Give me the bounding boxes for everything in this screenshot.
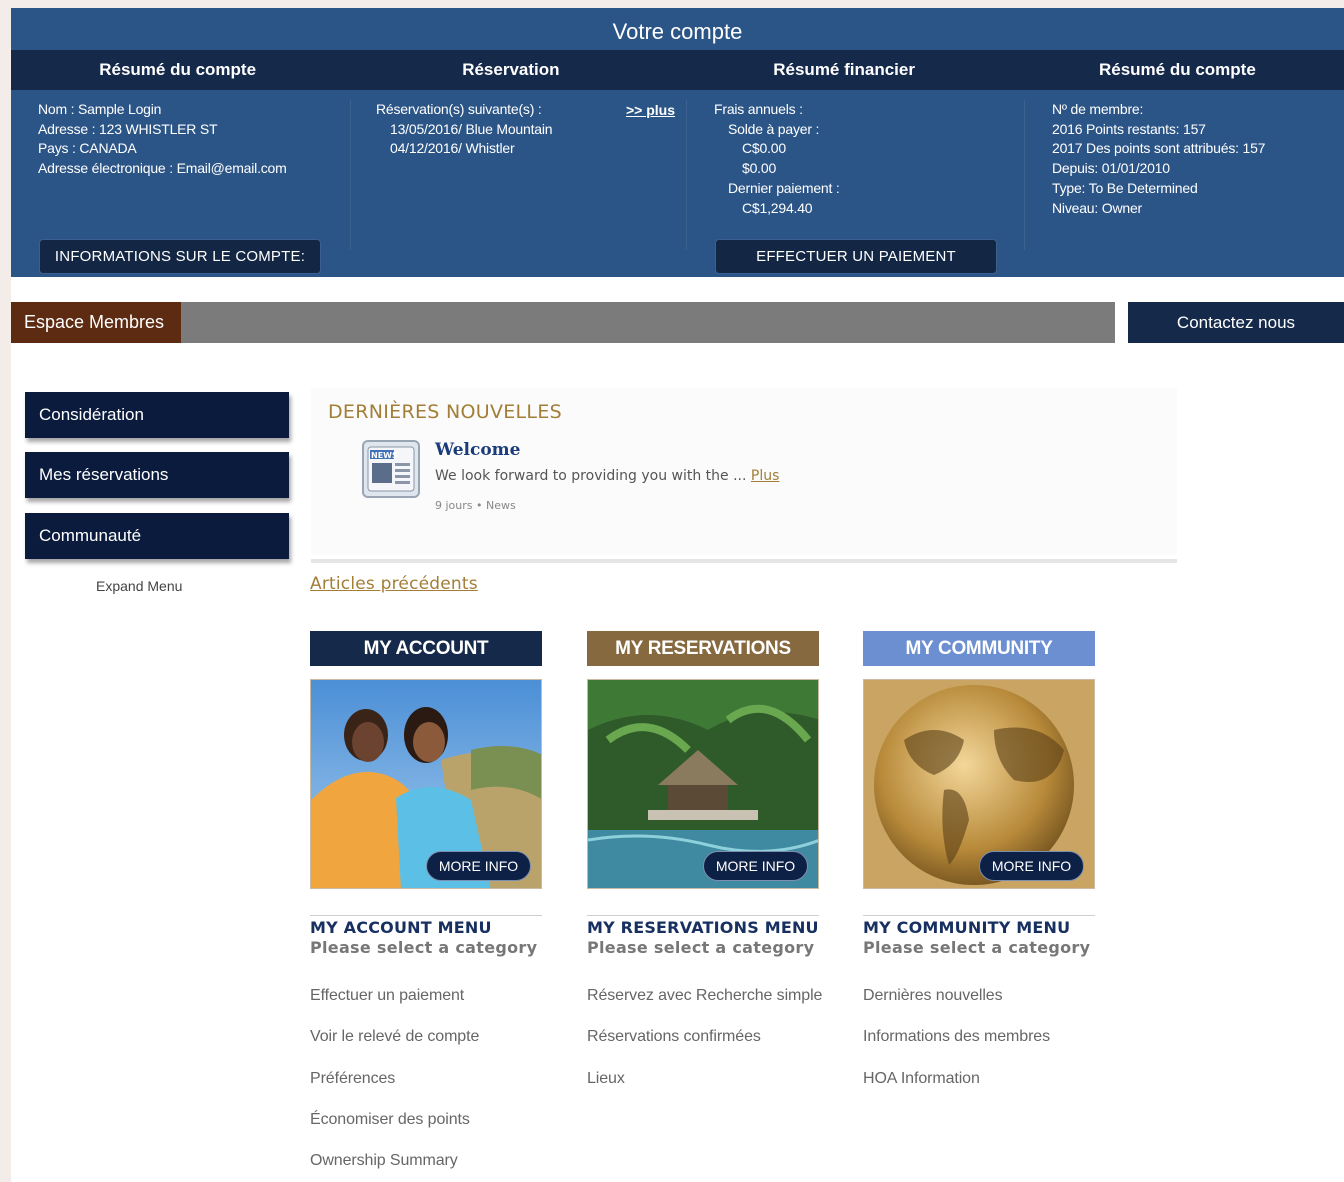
card-menu-title: MY COMMUNITY MENU <box>863 918 1071 937</box>
news-excerpt-text: We look forward to providing you with th… <box>435 468 747 484</box>
news-divider <box>311 559 1177 563</box>
menu-link-locations[interactable]: Lieux <box>587 1070 819 1111</box>
news-heading: DERNIÈRES NOUVELLES <box>328 401 562 423</box>
member-level: Niveau: Owner <box>1052 199 1142 216</box>
card-menu-links: Effectuer un paiement Voir le relevé de … <box>310 987 542 1182</box>
account-country: Pays : CANADA <box>38 140 137 157</box>
card-divider <box>310 915 542 916</box>
member-since: Depuis: 01/01/2010 <box>1052 160 1170 177</box>
menu-link-statement[interactable]: Voir le relevé de compte <box>310 1028 542 1069</box>
panel-title: Votre compte <box>612 19 743 44</box>
card-menu-subtitle: Please select a category <box>587 938 815 957</box>
column-divider <box>350 100 351 250</box>
account-info: Nom : Sample Login Adresse : 123 WHISTLE… <box>38 100 287 179</box>
balance-cad: C$0.00 <box>742 140 786 157</box>
column-header-membership: Résumé du compte <box>1098 60 1256 79</box>
news-item-title[interactable]: Welcome <box>435 440 520 460</box>
account-email: Adresse électronique : Email@email.com <box>38 160 287 177</box>
card-menu-subtitle: Please select a category <box>310 938 538 957</box>
reservation-item: 13/05/2016/ Blue Mountain <box>390 120 553 137</box>
account-summary-panel: Votre compte Résumé du compte Réservatio… <box>11 8 1344 277</box>
column-header-reservation: Réservation <box>462 60 560 79</box>
column-headers: Résumé du compte Réservation Résumé fina… <box>11 50 1344 90</box>
menu-link-hoa-info[interactable]: HOA Information <box>863 1070 1095 1111</box>
menu-link-member-info[interactable]: Informations des membres <box>863 1028 1095 1069</box>
card-image-resort[interactable]: MORE INFO <box>587 679 819 889</box>
card-divider <box>587 915 819 916</box>
points-2017: 2017 Des points sont attribués: 157 <box>1052 140 1266 157</box>
card-menu-links: Dernières nouvelles Informations des mem… <box>863 987 1095 1111</box>
financial-info: Frais annuels : Solde à payer : C$0.00 $… <box>714 100 840 218</box>
expand-menu-link[interactable]: Expand Menu <box>96 578 182 594</box>
column-divider <box>686 100 687 250</box>
membership-info: Nº de membre: 2016 Points restants: 157 … <box>1052 100 1265 218</box>
newspaper-icon-label: NEWS <box>371 451 398 460</box>
sidebar-item-community[interactable]: Communauté <box>25 513 289 559</box>
member-number: Nº de membre: <box>1052 101 1144 117</box>
card-title[interactable]: MY ACCOUNT <box>310 631 542 666</box>
account-name: Nom : Sample Login <box>38 101 162 117</box>
card-title[interactable]: MY RESERVATIONS <box>587 631 819 666</box>
card-menu-title: MY ACCOUNT MENU <box>310 918 492 937</box>
news-item-excerpt: We look forward to providing you with th… <box>435 468 779 484</box>
menu-link-ownership-summary[interactable]: Ownership Summary <box>310 1152 542 1182</box>
column-header-account: Résumé du compte <box>99 60 257 79</box>
reservation-item: 04/12/2016/ Whistler <box>390 140 515 157</box>
card-image-couple[interactable]: MORE INFO <box>310 679 542 889</box>
members-area-label[interactable]: Espace Membres <box>11 302 181 343</box>
sidebar-item-consideration[interactable]: Considération <box>25 392 289 438</box>
members-bar: Espace Membres <box>11 302 1115 343</box>
account-address: Adresse : 123 WHISTLER ST <box>38 120 218 137</box>
menu-link-preferences[interactable]: Préférences <box>310 1070 542 1111</box>
news-more-link[interactable]: Plus <box>751 468 780 484</box>
card-image-globe[interactable]: MORE INFO <box>863 679 1095 889</box>
card-my-reservations: MY RESERVATIONS MORE INFO MY RESERVATION… <box>587 631 822 1111</box>
make-payment-button[interactable]: EFFECTUER UN PAIEMENT <box>715 239 997 274</box>
sidebar-item-reservations[interactable]: Mes réservations <box>25 452 289 498</box>
previous-articles-link[interactable]: Articles précédents <box>310 574 478 594</box>
card-divider <box>863 915 1095 916</box>
reservation-label: Réservation(s) suivante(s) : <box>376 101 542 117</box>
last-payment-label: Dernier paiement : <box>728 179 840 196</box>
column-header-financial: Résumé financier <box>773 60 915 79</box>
newspaper-icon: NEWS <box>362 440 420 498</box>
menu-link-simple-search[interactable]: Réservez avec Recherche simple <box>587 987 822 1028</box>
news-item-meta: 9 jours • News <box>435 499 516 512</box>
menu-link-make-payment[interactable]: Effectuer un paiement <box>310 987 542 1028</box>
more-info-button[interactable]: MORE INFO <box>979 851 1084 881</box>
card-title[interactable]: MY COMMUNITY <box>863 631 1095 666</box>
reservation-more-link[interactable]: >> plus <box>626 102 675 118</box>
last-payment-value: C$1,294.40 <box>742 199 813 216</box>
balance-label: Solde à payer : <box>728 120 820 137</box>
card-menu-subtitle: Please select a category <box>863 938 1091 957</box>
menu-link-confirmed-reservations[interactable]: Réservations confirmées <box>587 1028 819 1069</box>
more-info-button[interactable]: MORE INFO <box>426 851 531 881</box>
menu-link-save-points[interactable]: Économiser des points <box>310 1111 542 1152</box>
balance-usd: $0.00 <box>742 160 777 177</box>
points-2016: 2016 Points restants: 157 <box>1052 120 1206 137</box>
reservation-info: Réservation(s) suivante(s) : 13/05/2016/… <box>376 100 553 159</box>
menu-link-latest-news[interactable]: Dernières nouvelles <box>863 987 1095 1028</box>
card-my-account: MY ACCOUNT MORE INFO MY ACCOUNT MENU Ple… <box>310 631 542 1182</box>
annual-fees-label: Frais annuels : <box>714 101 803 117</box>
column-divider <box>1024 100 1025 250</box>
account-info-button[interactable]: INFORMATIONS SUR LE COMPTE: <box>39 239 321 274</box>
member-type: Type: To Be Determined <box>1052 179 1198 196</box>
card-menu-links: Réservez avec Recherche simple Réservati… <box>587 987 822 1111</box>
card-my-community: MY COMMUNITY MORE INFO MY COMMUNITY MENU… <box>863 631 1095 1111</box>
page: Votre compte Résumé du compte Réservatio… <box>11 8 1344 1182</box>
more-info-button[interactable]: MORE INFO <box>703 851 808 881</box>
card-menu-title: MY RESERVATIONS MENU <box>587 918 819 937</box>
contact-us-button[interactable]: Contactez nous <box>1128 302 1344 343</box>
